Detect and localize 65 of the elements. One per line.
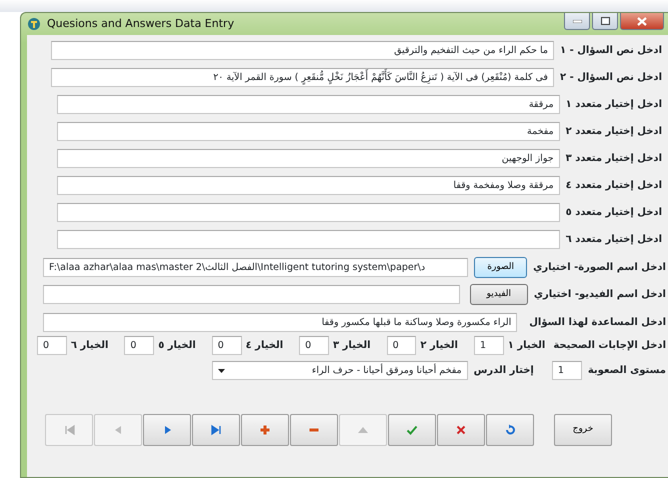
field-label: ادخل إختيار متعدد ٢: [566, 125, 662, 139]
field-label: ادخل اسم الفيديو- اختياري: [534, 288, 666, 302]
field-label: الخيار ١: [508, 339, 546, 353]
field-label: ادخل إختيار متعدد ٦: [566, 233, 662, 247]
text-field[interactable]: جواز الوجهين: [57, 149, 560, 168]
plus-icon: [259, 424, 271, 436]
last-record-button[interactable]: [192, 414, 240, 446]
text-field[interactable]: 0: [37, 336, 67, 355]
maximize-button[interactable]: [592, 13, 618, 30]
exit-button[interactable]: خروج: [554, 414, 612, 446]
field-label: ادخل إختيار متعدد ٣: [566, 152, 662, 166]
image-button[interactable]: الصورة: [474, 257, 528, 278]
close-icon: [637, 16, 647, 26]
text-field[interactable]: مرققة وصلا ومفخمة وقفا: [57, 176, 560, 195]
field-label: ادخل المساعدة لهذا السؤال: [529, 316, 666, 330]
field-label: إختار الدرس: [474, 364, 534, 378]
text-field[interactable]: 0: [124, 336, 154, 355]
field-label: ادخل إختيار متعدد ٥: [566, 206, 662, 220]
delete-button[interactable]: [290, 414, 338, 446]
lesson-dropdown[interactable]: مفخم أحيانا ومرقق أحيانا - حرف الراء: [212, 361, 468, 380]
minimize-button[interactable]: [564, 13, 590, 30]
x-mark-icon: [455, 424, 467, 436]
add-button[interactable]: [241, 414, 289, 446]
text-field[interactable]: ما حكم الراء من حيث التفخيم والترقيق: [51, 41, 554, 60]
text-field[interactable]: 0: [299, 336, 329, 355]
field-label: ادخل نص السؤال - ٢: [560, 71, 662, 85]
first-icon: [63, 424, 75, 436]
caret-icon: [218, 368, 225, 372]
text-field[interactable]: 1: [474, 336, 504, 355]
window-title: Quesions and Answers Data Entry: [47, 16, 234, 32]
field-label: الخيار ٣: [332, 339, 371, 353]
text-field[interactable]: 0: [386, 336, 416, 355]
text-field[interactable]: مفخمة: [57, 122, 560, 141]
text-field[interactable]: فى كلمة (مُنْقَعِر) فى الآية ( تَنزِعُ النَّاسَ كَأَنَّهُمْ أَعْجَازُ نَخْلٍ مُّنقَعِرٍ ) سورة القمر الآية ٢٠: [51, 68, 554, 87]
field-label: ادخل نص السؤال - ١: [560, 44, 662, 58]
text-field[interactable]: 1: [552, 361, 582, 380]
field-label: الخيار ٢: [420, 339, 458, 353]
checkmark-icon: [406, 424, 418, 436]
text-field[interactable]: [57, 203, 560, 222]
save-button[interactable]: [388, 414, 436, 446]
video-button[interactable]: الفيديو: [470, 284, 528, 305]
text-field[interactable]: 0: [212, 336, 242, 355]
cancel-button[interactable]: [437, 414, 485, 446]
field-label: ادخل اسم الصورة- اختياري: [533, 261, 666, 275]
app-icon: [27, 17, 41, 31]
field-label: مستوى الصعوبة: [588, 364, 666, 378]
field-label: الخيار ٥: [158, 339, 196, 353]
next-button[interactable]: [143, 414, 191, 446]
minimize-icon: [572, 20, 582, 22]
refresh-icon: [504, 424, 516, 436]
text-field[interactable]: [57, 230, 560, 249]
maximize-icon: [600, 17, 610, 25]
close-button[interactable]: [620, 13, 664, 30]
text-field[interactable]: F:\alaa azhar\alaa mas\master 2\الفصل الثالث\Intelligent tutoring system\paper\د: [43, 258, 468, 277]
field-label: الخيار ٤: [246, 339, 284, 353]
dropdown-value: مفخم أحيانا ومرقق أحيانا - حرف الراء: [312, 362, 462, 378]
field-label: ادخل إختيار متعدد ١: [566, 98, 662, 112]
field-label: الخيار ٦: [70, 339, 108, 353]
text-field[interactable]: مرققة: [57, 95, 560, 114]
field-label: ادخل إختيار متعدد ٤: [566, 179, 662, 193]
text-field[interactable]: [43, 285, 460, 304]
last-icon: [210, 424, 222, 436]
field-label: ادخل الإجابات الصحيحة: [553, 339, 666, 353]
refresh-button[interactable]: [486, 414, 534, 446]
text-field[interactable]: الراء مكسورة وصلا وساكنة ما قبلها مكسور وقفا: [43, 313, 518, 332]
